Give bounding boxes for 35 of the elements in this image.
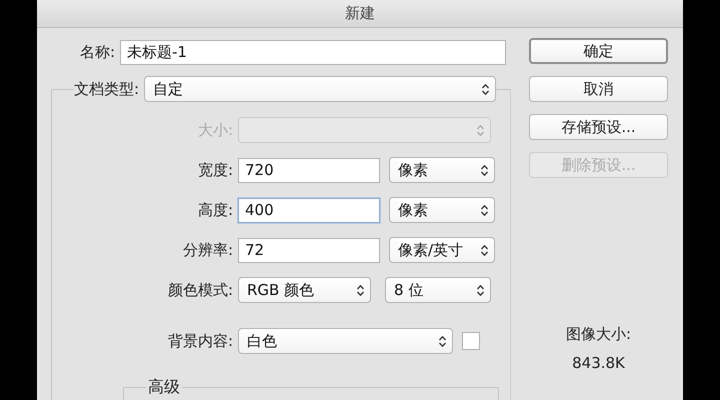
image-size-label: 图像大小: <box>566 325 632 344</box>
stepper-arrows-icon <box>477 124 484 136</box>
field-label: 大小: <box>196 120 234 140</box>
stepper-arrows-icon <box>482 84 490 94</box>
group-title: 高级 <box>146 378 182 396</box>
field-label: 名称: <box>78 43 116 62</box>
dropdown-select[interactable]: 像素 <box>389 197 495 223</box>
dropdown-select[interactable]: 自定 <box>144 76 496 102</box>
dialog-button[interactable]: 取消 <box>529 76 668 102</box>
dialog-button[interactable]: 确定 <box>529 38 668 64</box>
field-label: 宽度: <box>196 160 234 180</box>
color-swatch[interactable] <box>462 332 480 350</box>
window-title: 新建 <box>345 4 375 23</box>
field-label: 分辨率: <box>182 240 234 260</box>
number-field[interactable]: 72 <box>238 238 380 262</box>
number-field[interactable]: 720 <box>238 158 380 182</box>
dropdown-select[interactable]: 像素/英寸 <box>389 237 495 263</box>
dropdown-select[interactable]: 像素 <box>389 157 495 183</box>
image-size-value: 843.8K <box>572 354 625 372</box>
stepper-arrows-icon <box>481 164 488 176</box>
name-field[interactable]: 未标题-1 <box>120 40 506 65</box>
field-label: 文档类型: <box>74 80 144 98</box>
dialog-button[interactable]: 存储预设... <box>529 114 668 140</box>
stepper-arrows-icon <box>477 284 484 296</box>
stepper-arrows-icon <box>439 336 446 346</box>
field-label: 颜色模式: <box>166 280 234 300</box>
dropdown-select[interactable]: RGB 颜色 <box>238 277 371 303</box>
stepper-arrows-icon <box>481 204 488 216</box>
field-label: 背景内容: <box>166 332 234 350</box>
stepper-arrows-icon <box>357 284 364 296</box>
field-label: 高度: <box>196 200 234 220</box>
stepper-arrows-icon <box>481 244 488 256</box>
number-field[interactable]: 400 <box>238 198 380 222</box>
dropdown-select[interactable]: 白色 <box>238 328 453 354</box>
dropdown-select[interactable]: 8 位 <box>385 277 491 303</box>
